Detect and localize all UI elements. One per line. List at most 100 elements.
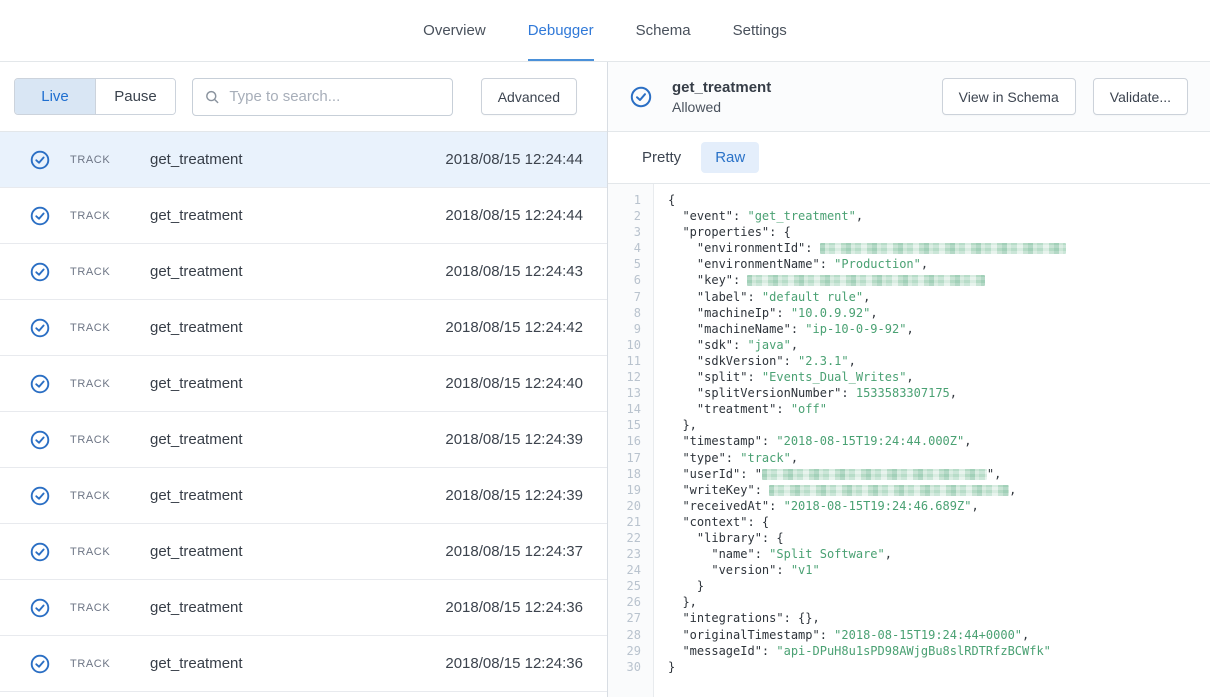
search-box[interactable]: [192, 78, 453, 116]
line-number: 24: [608, 562, 641, 578]
event-type-label: TRACK: [70, 378, 130, 390]
advanced-button[interactable]: Advanced: [481, 78, 577, 115]
list-item[interactable]: TRACKget_treatment2018/08/15 12:24:36: [0, 636, 607, 692]
search-input[interactable]: [229, 88, 439, 105]
code-line: "writeKey": ,: [668, 482, 1210, 498]
line-number: 20: [608, 498, 641, 514]
view-in-schema-button[interactable]: View in Schema: [942, 78, 1076, 115]
event-timestamp: 2018/08/15 12:24:43: [445, 263, 583, 280]
list-item[interactable]: TRACKget_treatment2018/08/15 12:24:44: [0, 132, 607, 188]
detail-event-name: get_treatment: [672, 79, 771, 96]
code-line: "key":: [668, 272, 1210, 288]
event-name-label: get_treatment: [150, 207, 243, 224]
line-number: 13: [608, 385, 641, 401]
list-controls: Live Pause Advanced: [0, 62, 607, 132]
event-type-label: TRACK: [70, 322, 130, 334]
redacted-value: [747, 275, 985, 286]
code-line: "machineIp": "10.0.9.92",: [668, 305, 1210, 321]
json-code[interactable]: { "event": "get_treatment", "properties"…: [654, 184, 1210, 697]
check-circle-icon: [30, 206, 50, 226]
list-item[interactable]: TRACKget_treatment2018/08/15 12:24:39: [0, 412, 607, 468]
code-line: "type": "track",: [668, 450, 1210, 466]
code-line: "machineName": "ip-10-0-9-92",: [668, 321, 1210, 337]
code-line: "sdk": "java",: [668, 337, 1210, 353]
code-line: "label": "default rule",: [668, 289, 1210, 305]
list-item[interactable]: TRACKget_treatment2018/08/15 12:24:36: [0, 580, 607, 636]
detail-status: Allowed: [672, 99, 771, 115]
check-circle-icon: [30, 430, 50, 450]
list-item[interactable]: TRACKget_treatment2018/08/15 12:24:42: [0, 300, 607, 356]
check-circle-icon: [30, 150, 50, 170]
code-line: "splitVersionNumber": 1533583307175,: [668, 385, 1210, 401]
event-type-label: TRACK: [70, 602, 130, 614]
tab-schema[interactable]: Schema: [636, 0, 691, 61]
pause-button[interactable]: Pause: [95, 79, 175, 114]
line-number: 26: [608, 594, 641, 610]
event-name-label: get_treatment: [150, 319, 243, 336]
code-line: },: [668, 417, 1210, 433]
code-line: "originalTimestamp": "2018-08-15T19:24:4…: [668, 627, 1210, 643]
live-pause-toggle: Live Pause: [14, 78, 176, 115]
code-line: "receivedAt": "2018-08-15T19:24:46.689Z"…: [668, 498, 1210, 514]
code-line: "timestamp": "2018-08-15T19:24:44.000Z",: [668, 433, 1210, 449]
code-line: {: [668, 192, 1210, 208]
event-timestamp: 2018/08/15 12:24:37: [445, 543, 583, 560]
event-name-label: get_treatment: [150, 599, 243, 616]
event-timestamp: 2018/08/15 12:24:39: [445, 487, 583, 504]
line-number: 28: [608, 627, 641, 643]
event-name-label: get_treatment: [150, 655, 243, 672]
code-line: "messageId": "api-DPuH8u1sPD98AWjgBu8slR…: [668, 643, 1210, 659]
code-line: "sdkVersion": "2.3.1",: [668, 353, 1210, 369]
event-type-label: TRACK: [70, 490, 130, 502]
code-line: "properties": {: [668, 224, 1210, 240]
line-number: 3: [608, 224, 641, 240]
tab-pretty[interactable]: Pretty: [628, 142, 695, 173]
line-number: 22: [608, 530, 641, 546]
code-line: "library": {: [668, 530, 1210, 546]
line-number: 30: [608, 659, 641, 675]
event-name-label: get_treatment: [150, 487, 243, 504]
list-item[interactable]: TRACK get_treatment 2018/08/15 12:24:43: [0, 244, 607, 300]
line-number: 4: [608, 240, 641, 256]
raw-json-viewer: 1234567891011121314151617181920212223242…: [608, 184, 1210, 697]
line-number: 23: [608, 546, 641, 562]
list-item[interactable]: TRACK get_treatment 2018/08/15 12:24:39: [0, 468, 607, 524]
detail-actions: View in Schema Validate...: [942, 78, 1188, 115]
list-item[interactable]: TRACKget_treatment2018/08/15 12:24:44: [0, 188, 607, 244]
code-line: "name": "Split Software",: [668, 546, 1210, 562]
list-item[interactable]: TRACKget_treatment2018/08/15 12:24:40: [0, 356, 607, 412]
tab-settings[interactable]: Settings: [733, 0, 787, 61]
event-name-label: get_treatment: [150, 375, 243, 392]
check-circle-icon: [30, 598, 50, 618]
event-name-label: get_treatment: [150, 263, 243, 280]
list-item[interactable]: TRACKget_treatment2018/08/15 12:24:37: [0, 524, 607, 580]
detail-title-block: get_treatment Allowed: [672, 79, 771, 115]
event-list: TRACK get_treatment 2018/08/15 12:24:44 TRA…: [0, 132, 607, 697]
event-type-label: TRACK: [70, 266, 130, 278]
line-number: 29: [608, 643, 641, 659]
tab-debugger[interactable]: Debugger: [528, 0, 594, 61]
line-number: 21: [608, 514, 641, 530]
tab-overview[interactable]: Overview: [423, 0, 486, 61]
event-timestamp: 2018/08/15 12:24:44: [445, 207, 583, 224]
live-button[interactable]: Live: [15, 79, 95, 114]
code-line: },: [668, 594, 1210, 610]
line-number: 16: [608, 433, 641, 449]
line-number: 5: [608, 256, 641, 272]
event-name-label: get_treatment: [150, 151, 243, 168]
redacted-value: [769, 485, 1009, 496]
tab-raw[interactable]: Raw: [701, 142, 759, 173]
code-line: "userId": "",: [668, 466, 1210, 482]
event-timestamp: 2018/08/15 12:24:44: [445, 151, 583, 168]
event-type-label: TRACK: [70, 658, 130, 670]
code-line: "split": "Events_Dual_Writes",: [668, 369, 1210, 385]
validate-button[interactable]: Validate...: [1093, 78, 1188, 115]
redacted-value: [762, 469, 987, 480]
code-line: }: [668, 659, 1210, 675]
event-timestamp: 2018/08/15 12:24:39: [445, 431, 583, 448]
code-line: }: [668, 578, 1210, 594]
redacted-value: [820, 243, 1066, 254]
line-number: 19: [608, 482, 641, 498]
line-number: 25: [608, 578, 641, 594]
line-number: 2: [608, 208, 641, 224]
